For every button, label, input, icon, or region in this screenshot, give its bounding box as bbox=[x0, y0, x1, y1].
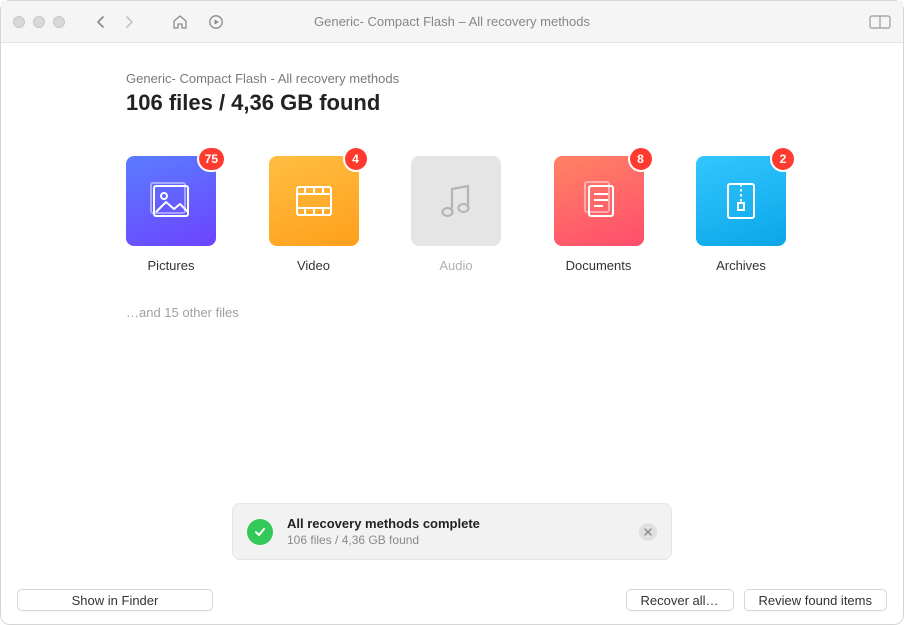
video-tile: 4 bbox=[269, 156, 359, 246]
video-label: Video bbox=[297, 258, 330, 273]
archives-tile: 2 bbox=[696, 156, 786, 246]
back-button[interactable] bbox=[95, 15, 106, 29]
pictures-label: Pictures bbox=[148, 258, 195, 273]
video-badge: 4 bbox=[345, 148, 367, 170]
summary-heading: 106 files / 4,36 GB found bbox=[126, 90, 778, 116]
other-files-text[interactable]: …and 15 other files bbox=[126, 305, 778, 320]
show-in-finder-button[interactable]: Show in Finder bbox=[17, 589, 213, 611]
close-window-button[interactable] bbox=[13, 16, 25, 28]
archives-badge: 2 bbox=[772, 148, 794, 170]
recover-all-button[interactable]: Recover all… bbox=[626, 589, 734, 611]
pictures-badge: 75 bbox=[199, 148, 224, 170]
documents-tile: 8 bbox=[554, 156, 644, 246]
audio-tile bbox=[411, 156, 501, 246]
documents-label: Documents bbox=[566, 258, 632, 273]
titlebar: Generic- Compact Flash – All recovery me… bbox=[1, 1, 903, 43]
zoom-window-button[interactable] bbox=[53, 16, 65, 28]
toast-body: All recovery methods complete 106 files … bbox=[287, 516, 625, 547]
document-icon bbox=[579, 180, 619, 222]
home-button[interactable] bbox=[171, 13, 189, 31]
forward-button[interactable] bbox=[124, 15, 135, 29]
film-icon bbox=[294, 181, 334, 221]
toast-close-button[interactable] bbox=[639, 523, 657, 541]
toolbar-nav bbox=[95, 13, 225, 31]
toast-title: All recovery methods complete bbox=[287, 516, 625, 531]
category-row: 75 Pictures 4 Video Audio bbox=[126, 156, 786, 273]
music-note-icon bbox=[438, 181, 474, 221]
archives-label: Archives bbox=[716, 258, 766, 273]
category-documents[interactable]: 8 Documents bbox=[554, 156, 644, 273]
picture-icon bbox=[150, 182, 192, 220]
main-content: Generic- Compact Flash - All recovery me… bbox=[1, 43, 903, 320]
window-controls bbox=[13, 16, 65, 28]
category-video[interactable]: 4 Video bbox=[269, 156, 359, 273]
view-toggle-button[interactable] bbox=[869, 15, 891, 29]
documents-badge: 8 bbox=[630, 148, 652, 170]
category-pictures[interactable]: 75 Pictures bbox=[126, 156, 216, 273]
checkmark-icon bbox=[247, 519, 273, 545]
category-audio[interactable]: Audio bbox=[411, 156, 501, 273]
pictures-tile: 75 bbox=[126, 156, 216, 246]
recover-session-button[interactable] bbox=[207, 13, 225, 31]
footer-bar: Show in Finder Recover all… Review found… bbox=[1, 576, 903, 624]
review-found-items-button[interactable]: Review found items bbox=[744, 589, 887, 611]
audio-label: Audio bbox=[439, 258, 472, 273]
archive-icon bbox=[724, 181, 758, 221]
toast-subtitle: 106 files / 4,36 GB found bbox=[287, 533, 625, 547]
minimize-window-button[interactable] bbox=[33, 16, 45, 28]
breadcrumb-subtitle: Generic- Compact Flash - All recovery me… bbox=[126, 71, 778, 86]
completion-toast: All recovery methods complete 106 files … bbox=[232, 503, 672, 560]
category-archives[interactable]: 2 Archives bbox=[696, 156, 786, 273]
